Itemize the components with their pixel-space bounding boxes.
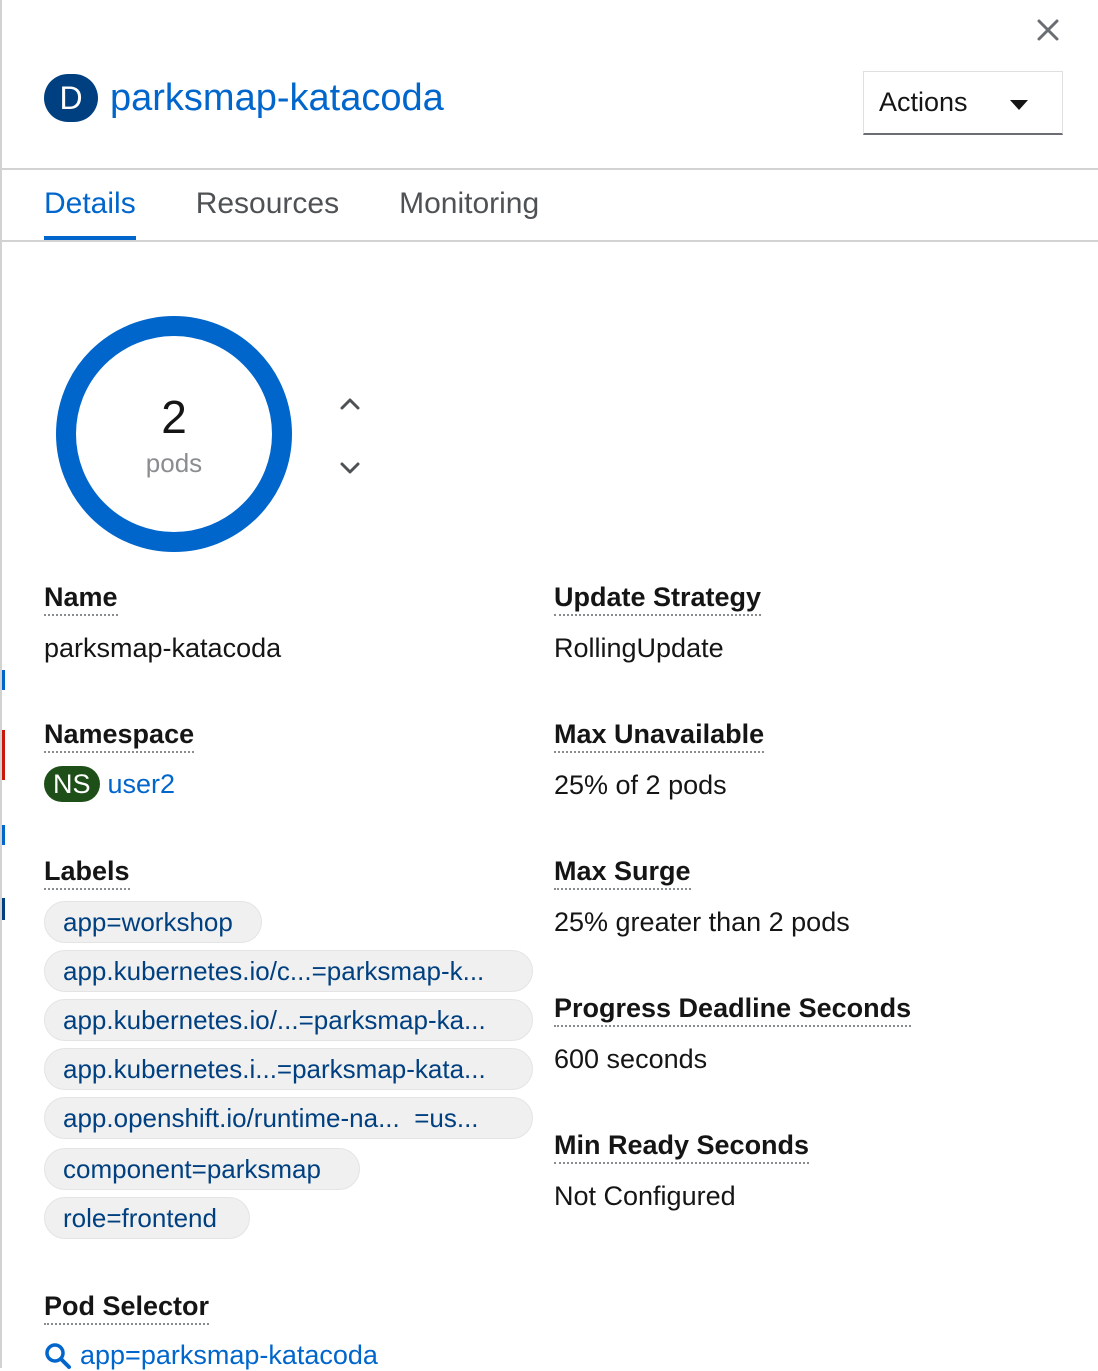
caret-down-icon (1010, 100, 1028, 110)
tab-resources[interactable]: Resources (196, 182, 339, 240)
scale-up-button[interactable] (336, 390, 364, 418)
label-chip[interactable]: app.kubernetes.i...=parksmap-kata... (44, 1048, 533, 1090)
progress-deadline-label: Progress Deadline Seconds (554, 993, 912, 1027)
pod-selector-link[interactable]: app=parksmap-katacoda (44, 1340, 378, 1371)
label-chip[interactable]: app.openshift.io/runtime-na... =us... (44, 1097, 533, 1139)
background-edge-mark (2, 730, 5, 780)
namespace-label: Namespace (44, 719, 195, 753)
min-ready-value: Not Configured (554, 1181, 736, 1211)
pod-selector-value: app=parksmap-katacoda (80, 1340, 378, 1370)
label-chip[interactable]: app=workshop (44, 901, 262, 943)
resource-name: parksmap-katacoda (110, 76, 444, 119)
max-surge-label: Max Surge (554, 856, 691, 890)
namespace-value: NS user2 (44, 766, 175, 802)
namespace-badge: NS (44, 766, 100, 802)
min-ready-label: Min Ready Seconds (554, 1130, 810, 1164)
background-edge-mark (2, 670, 5, 690)
actions-dropdown[interactable]: Actions (863, 71, 1063, 135)
search-icon (45, 1342, 71, 1369)
deployment-badge: D (44, 74, 98, 122)
close-button[interactable] (1030, 12, 1066, 48)
tab-details[interactable]: Details (44, 182, 136, 240)
tab-bar: Details Resources Monitoring (44, 182, 599, 242)
actions-label: Actions (879, 87, 968, 117)
divider (2, 168, 1098, 170)
resource-title: D parksmap-katacoda (44, 74, 444, 122)
name-value: parksmap-katacoda (44, 633, 282, 663)
max-surge-value: 25% greater than 2 pods (554, 907, 850, 937)
label-chip[interactable]: app.kubernetes.io/...=parksmap-ka... (44, 999, 533, 1041)
tab-monitoring[interactable]: Monitoring (399, 182, 539, 240)
update-strategy-value: RollingUpdate (554, 633, 724, 663)
close-icon (1037, 19, 1059, 41)
progress-deadline-value: 600 seconds (554, 1044, 708, 1074)
label-chip[interactable]: component=parksmap (44, 1148, 360, 1190)
label-chip[interactable]: role=frontend (44, 1197, 250, 1239)
deployment-side-panel: D parksmap-katacoda Actions Details Reso… (0, 0, 1098, 1371)
background-edge-mark (2, 898, 5, 920)
max-unavailable-label: Max Unavailable (554, 719, 765, 753)
namespace-link[interactable]: user2 (108, 769, 176, 799)
chevron-up-icon (340, 398, 360, 410)
update-strategy-label: Update Strategy (554, 582, 762, 616)
pod-count: 2 (161, 391, 187, 443)
pod-unit-label: pods (145, 448, 203, 478)
label-chip[interactable]: app.kubernetes.io/c...=parksmap-k... (44, 950, 533, 992)
scale-down-button[interactable] (336, 454, 364, 482)
max-unavailable-value: 25% of 2 pods (554, 770, 727, 800)
background-edge-mark (2, 825, 5, 845)
labels-label: Labels (44, 856, 130, 890)
name-label: Name (44, 582, 118, 616)
tab-divider (2, 240, 1098, 242)
pod-selector-label: Pod Selector (44, 1291, 210, 1325)
chevron-down-icon (340, 462, 360, 474)
